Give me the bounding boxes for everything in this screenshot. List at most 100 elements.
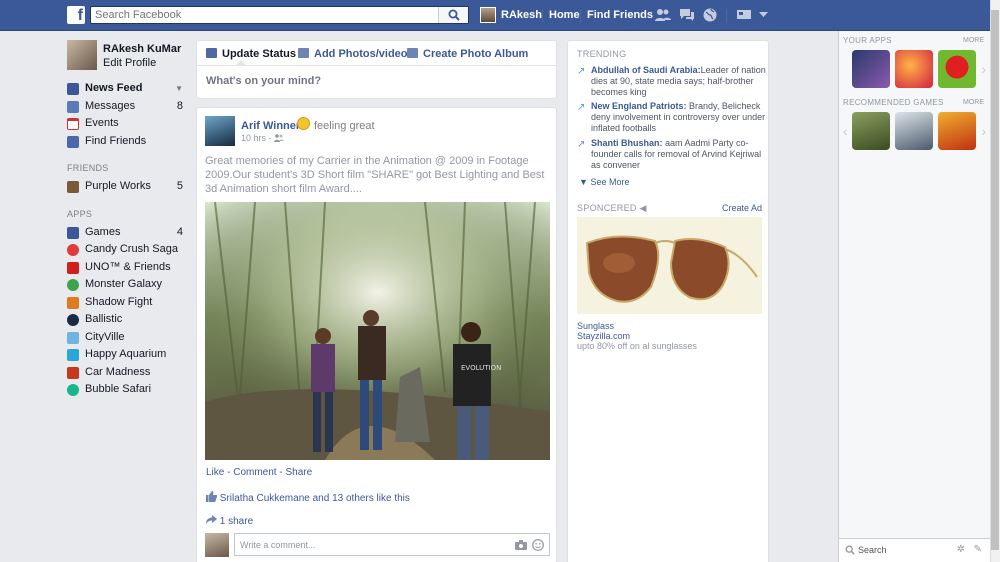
album-icon — [407, 48, 418, 58]
chat-search-input[interactable]: Search — [858, 545, 887, 555]
scrollbar[interactable] — [990, 0, 1000, 562]
sidebar-item-events[interactable]: Events — [67, 115, 187, 133]
sidebar-item-shadow-fight[interactable]: Shadow Fight — [67, 294, 187, 312]
status-input[interactable]: What's on your mind? — [206, 75, 321, 87]
trending-title[interactable]: Shanti Bhushan: — [591, 138, 663, 148]
chevron-right-icon[interactable]: › — [981, 123, 986, 139]
chat-search-bar[interactable]: Search ✲ ✎ — [839, 538, 991, 562]
like-comment-share-links[interactable]: Like - Comment - Share — [206, 467, 312, 478]
chevron-left-icon[interactable]: ‹ — [843, 123, 848, 139]
sidebar-item-candy-crush[interactable]: Candy Crush Saga — [67, 241, 187, 259]
privacy-shortcuts-icon[interactable] — [737, 8, 751, 20]
sidebar-item-label: Happy Aquarium — [85, 348, 167, 360]
sidebar-item-games[interactable]: Games 4 — [67, 224, 187, 242]
friend-requests-icon[interactable] — [655, 8, 671, 22]
facebook-logo[interactable]: f — [67, 6, 85, 24]
edit-profile-link[interactable]: Edit Profile — [103, 57, 181, 69]
trending-title[interactable]: Abdullah of Saudi Arabia: — [591, 65, 701, 75]
liker-name-link[interactable]: Srilatha Cukkemane — [220, 493, 310, 504]
others-like-link[interactable]: and 13 others like this — [313, 493, 410, 504]
tab-label: Update Status — [222, 48, 296, 60]
sidebar-item-ballistic[interactable]: Ballistic — [67, 311, 187, 329]
ad-image[interactable] — [577, 217, 762, 314]
find-friends-icon — [67, 135, 79, 148]
app-tile-lets-hunt[interactable] — [852, 112, 890, 150]
count-badge: 8 — [176, 99, 183, 112]
compose-icon[interactable]: ✎ — [974, 544, 982, 555]
trending-item[interactable]: ↗ New England Patriots: Brandy, Belichec… — [577, 101, 767, 134]
ad-site-link[interactable]: Stayzilla.com — [577, 331, 630, 341]
feeling-smiley-icon — [297, 117, 310, 130]
sidebar-item-bubble-safari[interactable]: Bubble Safari — [67, 381, 187, 399]
user-name-link[interactable]: RAkesh — [501, 9, 542, 21]
count-badge: 5 — [176, 180, 183, 192]
divider — [580, 9, 581, 23]
author-avatar[interactable] — [205, 116, 235, 146]
shares-count-link[interactable]: 1 share — [220, 516, 253, 527]
post-timestamp[interactable]: 10 hrs - — [241, 133, 285, 143]
scrollbar-thumb[interactable] — [991, 10, 999, 550]
chevron-right-icon[interactable]: › — [981, 61, 986, 77]
divider — [197, 65, 556, 66]
friends-audience-icon[interactable] — [274, 134, 285, 142]
sidebar-item-cityville[interactable]: CityVille — [67, 329, 187, 347]
sidebar-item-uno[interactable]: UNO™ & Friends — [67, 259, 187, 277]
app-tile-candy-crush[interactable] — [895, 50, 933, 88]
shares-summary[interactable]: 1 share — [206, 515, 253, 527]
post-photo[interactable]: EVOLUTION — [205, 202, 550, 460]
sidebar-item-car-madness[interactable]: Car Madness — [67, 364, 187, 382]
search-button[interactable] — [438, 7, 468, 23]
trending-item[interactable]: ↗ Shanti Bhushan: aam Aadmi Party co-fou… — [577, 138, 767, 171]
trending-arrow-icon: ↗ — [577, 102, 586, 113]
likes-summary[interactable]: Srilatha Cukkemane and 13 others like th… — [206, 491, 410, 504]
post-actions[interactable]: Like - Comment - Share — [206, 467, 312, 478]
app-tile-spy-car[interactable] — [938, 112, 976, 150]
chevron-down-icon[interactable] — [759, 8, 768, 20]
app-tile-racing[interactable] — [895, 112, 933, 150]
post-text: Great memories of my Carrier in the Anim… — [205, 155, 545, 195]
monster-galaxy-icon — [67, 279, 79, 291]
sidebar-item-happy-aquarium[interactable]: Happy Aquarium — [67, 346, 187, 364]
candy-crush-icon — [67, 244, 79, 256]
sidebar-item-monster-galaxy[interactable]: Monster Galaxy — [67, 276, 187, 294]
events-icon — [67, 118, 79, 130]
your-apps-more-link[interactable]: MORE — [963, 37, 984, 44]
app-tile-angry-birds[interactable] — [938, 50, 976, 88]
recommended-more-link[interactable]: MORE — [963, 99, 984, 106]
profile-picture[interactable] — [67, 40, 97, 70]
sidebar-item-label: Shadow Fight — [85, 295, 153, 308]
app-tile-game-1[interactable] — [852, 50, 890, 88]
sidebar-item-messages[interactable]: Messages 8 — [67, 98, 187, 116]
user-avatar[interactable] — [480, 7, 496, 23]
tab-update-status[interactable]: Update Status — [206, 48, 296, 60]
sidebar-item-purple-works[interactable]: Purple Works 5 — [67, 178, 187, 196]
camera-icon[interactable] — [515, 540, 527, 550]
sidebar-item-find-friends[interactable]: Find Friends — [67, 133, 187, 151]
search-input[interactable] — [91, 7, 431, 23]
find-friends-link[interactable]: Find Friends — [587, 9, 653, 21]
messages-icon[interactable] — [679, 8, 695, 22]
trending-item[interactable]: ↗ Abdullah of Saudi Arabia:Leader of nat… — [577, 65, 767, 98]
tab-label: Add Photos/video — [314, 48, 408, 60]
feeling-text: feeling great — [314, 120, 375, 132]
notifications-globe-icon[interactable] — [703, 8, 717, 22]
create-ad-link[interactable]: Create Ad — [722, 203, 762, 213]
emoticon-icon[interactable] — [532, 539, 544, 551]
comment-input[interactable]: Write a comment... — [234, 533, 550, 556]
tab-add-photos[interactable]: Add Photos/video — [298, 48, 408, 60]
author-name[interactable]: Arif Winner — [241, 120, 300, 132]
ad-title-link[interactable]: Sunglass — [577, 321, 614, 331]
search-box[interactable] — [90, 6, 469, 24]
see-more-link[interactable]: ▼ See More — [579, 177, 629, 187]
sidebar-item-label: Car Madness — [85, 365, 151, 378]
thumbs-up-icon — [206, 491, 218, 502]
trending-title[interactable]: New England Patriots: — [591, 101, 687, 111]
chevron-down-icon[interactable]: ▼ — [175, 80, 183, 97]
tab-create-album[interactable]: Create Photo Album — [407, 48, 528, 60]
gear-icon[interactable]: ✲ — [957, 544, 965, 555]
profile-name[interactable]: RAkesh KuMar — [103, 43, 181, 55]
chevron-down-icon: ▼ — [579, 177, 588, 187]
home-link[interactable]: Home — [549, 9, 580, 21]
search-icon — [845, 545, 855, 555]
sidebar-item-news-feed[interactable]: News Feed ▼ — [67, 80, 187, 98]
